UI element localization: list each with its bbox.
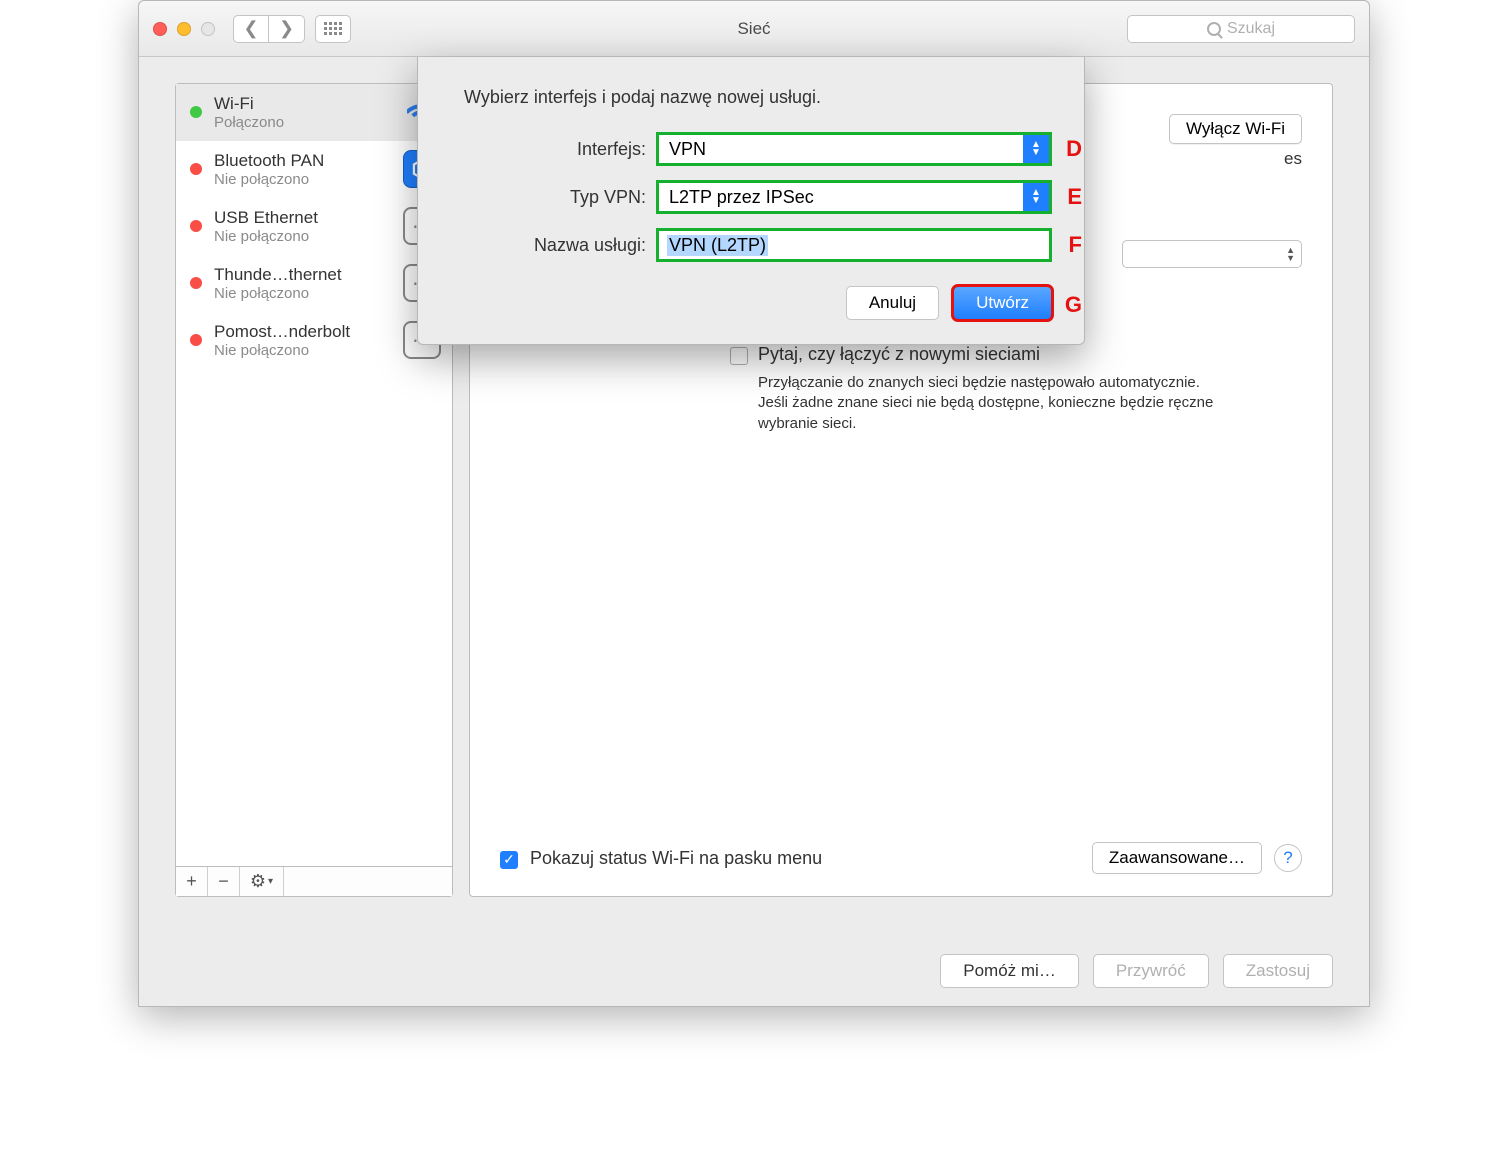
services-list: Wi-Fi Połączono Bluetooth PAN Nie połącz… <box>176 84 452 866</box>
ask-join-description: Przyłączanie do znanych sieci będzie nas… <box>758 373 1218 434</box>
apply-button[interactable]: Zastosuj <box>1223 954 1333 988</box>
ask-join-label: Pytaj, czy łączyć z nowymi sieciami <box>758 344 1040 365</box>
status-text-fragment: es <box>1284 149 1302 169</box>
service-item-wifi[interactable]: Wi-Fi Połączono <box>176 84 452 141</box>
service-name: Wi-Fi <box>214 94 390 114</box>
interface-value: VPN <box>669 139 706 160</box>
grid-icon <box>324 22 342 35</box>
sidebar-footer: + − ⚙▾ <box>176 866 452 896</box>
select-handle-icon: ▲▼ <box>1023 135 1049 163</box>
service-text: USB Ethernet Nie połączono <box>214 208 390 245</box>
search-placeholder: Szukaj <box>1227 20 1275 38</box>
services-sidebar: Wi-Fi Połączono Bluetooth PAN Nie połącz… <box>175 83 453 897</box>
stepper-arrows-icon: ▲▼ <box>1286 246 1295 262</box>
assist-button[interactable]: Pomóż mi… <box>940 954 1079 988</box>
vpn-type-row: Typ VPN: L2TP przez IPSec ▲▼ E <box>450 180 1052 214</box>
service-item-bluetooth[interactable]: Bluetooth PAN Nie połączono ⬡ <box>176 141 452 198</box>
service-item-thunderbolt-bridge[interactable]: Pomost…nderbolt Nie połączono ⋯ <box>176 312 452 369</box>
interface-select[interactable]: VPN ▲▼ <box>656 132 1052 166</box>
revert-button[interactable]: Przywróć <box>1093 954 1209 988</box>
main-bottom-row: ✓ Pokazuj status Wi-Fi na pasku menu Zaa… <box>500 842 1302 874</box>
nav-buttons: ❮ ❯ <box>233 15 305 43</box>
minimize-window-button[interactable] <box>177 22 191 36</box>
search-input[interactable]: Szukaj <box>1127 15 1355 43</box>
service-name-label: Nazwa usługi: <box>450 235 646 256</box>
help-button[interactable]: ? <box>1274 844 1302 872</box>
sheet-buttons: Anuluj Utwórz G <box>450 286 1052 320</box>
window-footer: Pomóż mi… Przywróć Zastosuj <box>940 954 1333 988</box>
service-name-input[interactable]: VPN (L2TP) <box>656 228 1052 262</box>
service-status: Połączono <box>214 114 390 131</box>
show-all-button[interactable] <box>315 15 351 43</box>
create-button[interactable]: Utwórz <box>953 286 1052 320</box>
service-item-usb-ethernet[interactable]: USB Ethernet Nie połączono ⋯ <box>176 198 452 255</box>
service-status: Nie połączono <box>214 342 390 359</box>
interface-label: Interfejs: <box>450 139 646 160</box>
status-dot-icon <box>190 106 202 118</box>
vpn-type-select[interactable]: L2TP przez IPSec ▲▼ <box>656 180 1052 214</box>
service-name-value: VPN (L2TP) <box>667 235 768 256</box>
advanced-button[interactable]: Zaawansowane… <box>1092 842 1262 874</box>
ask-join-row: Pytaj, czy łączyć z nowymi sieciami <box>730 344 1302 365</box>
service-actions-button[interactable]: ⚙▾ <box>240 867 284 896</box>
show-status-checkbox[interactable]: ✓ <box>500 851 518 869</box>
status-dot-icon <box>190 277 202 289</box>
service-text: Pomost…nderbolt Nie połączono <box>214 322 390 359</box>
service-name: Bluetooth PAN <box>214 151 390 171</box>
cancel-button[interactable]: Anuluj <box>846 286 939 320</box>
back-button[interactable]: ❮ <box>233 15 269 43</box>
service-status: Nie połączono <box>214 171 390 188</box>
vpn-type-value: L2TP przez IPSec <box>669 187 814 208</box>
add-service-button[interactable]: + <box>176 867 208 896</box>
traffic-lights <box>153 22 215 36</box>
new-service-sheet: Wybierz interfejs i podaj nazwę nowej us… <box>417 57 1085 345</box>
service-name: Thunde…thernet <box>214 265 390 285</box>
titlebar: ❮ ❯ Sieć Szukaj <box>139 1 1369 57</box>
service-status: Nie połączono <box>214 285 390 302</box>
sheet-title: Wybierz interfejs i podaj nazwę nowej us… <box>464 87 1052 108</box>
service-name-row: Nazwa usługi: VPN (L2TP) F <box>450 228 1052 262</box>
turn-wifi-off-button[interactable]: Wyłącz Wi-Fi <box>1169 114 1302 144</box>
annotation-g: G <box>1065 292 1082 318</box>
select-handle-icon: ▲▼ <box>1023 183 1049 211</box>
remove-service-button[interactable]: − <box>208 867 240 896</box>
zoom-window-button[interactable] <box>201 22 215 36</box>
close-window-button[interactable] <box>153 22 167 36</box>
vpn-type-label: Typ VPN: <box>450 187 646 208</box>
footer-spacer <box>284 867 452 896</box>
status-dot-icon <box>190 220 202 232</box>
annotation-f: F <box>1069 232 1082 258</box>
network-select[interactable]: ▲▼ <box>1122 240 1302 268</box>
show-status-label: Pokazuj status Wi-Fi na pasku menu <box>530 848 822 869</box>
status-dot-icon <box>190 334 202 346</box>
service-text: Bluetooth PAN Nie połączono <box>214 151 390 188</box>
forward-button[interactable]: ❯ <box>269 15 305 43</box>
service-name-control: VPN (L2TP) F <box>656 228 1052 262</box>
service-text: Wi-Fi Połączono <box>214 94 390 131</box>
interface-row: Interfejs: VPN ▲▼ D <box>450 132 1052 166</box>
status-dot-icon <box>190 163 202 175</box>
ask-join-checkbox[interactable] <box>730 347 748 365</box>
service-name: Pomost…nderbolt <box>214 322 390 342</box>
network-preferences-window: ❮ ❯ Sieć Szukaj Wi-Fi Połąc <box>138 0 1370 1007</box>
service-status: Nie połączono <box>214 228 390 245</box>
service-name: USB Ethernet <box>214 208 390 228</box>
vpn-type-control: L2TP przez IPSec ▲▼ E <box>656 180 1052 214</box>
service-item-thunderbolt-ethernet[interactable]: Thunde…thernet Nie połączono ⋯ <box>176 255 452 312</box>
interface-control: VPN ▲▼ D <box>656 132 1052 166</box>
service-text: Thunde…thernet Nie połączono <box>214 265 390 302</box>
annotation-d: D <box>1066 136 1082 162</box>
search-icon <box>1207 22 1221 36</box>
annotation-e: E <box>1067 184 1082 210</box>
